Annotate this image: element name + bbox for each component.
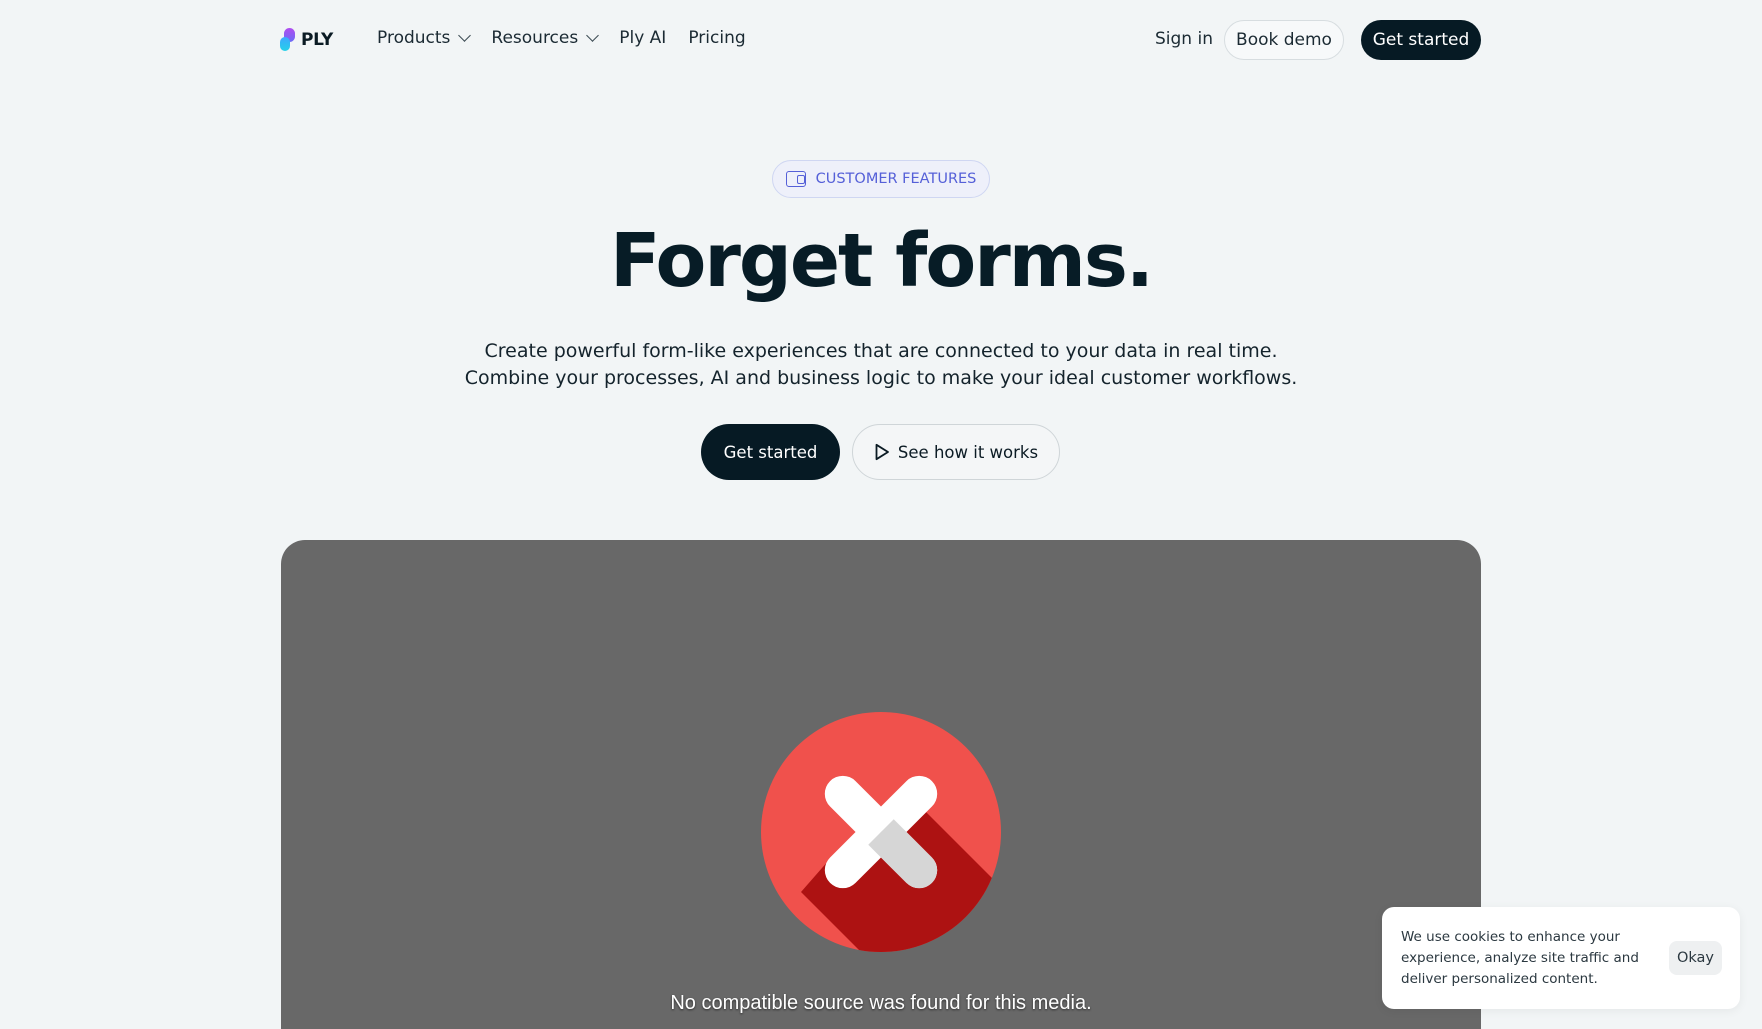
cookie-text: We use cookies to enhance your experienc… [1401,929,1639,987]
get-started-button[interactable]: Get started [701,424,840,480]
hero-subtitle: Create powerful form-like experiences th… [0,338,1762,392]
chevron-down-icon [458,29,472,42]
cookie-banner: We use cookies to enhance your experienc… [1382,907,1740,1009]
nav-item-label: Products [377,28,451,48]
play-icon [875,443,889,461]
media-error-message: No compatible source was found for this … [670,992,1092,1014]
see-how-it-works-button[interactable]: See how it works [852,424,1060,480]
hero-subtitle-line-2: Combine your processes, AI and business … [464,367,1298,389]
customer-features-badge: CUSTOMER FEATURES [772,160,990,198]
top-nav: PLY Products Resources Ply AI Pricing Si… [0,0,1762,80]
badge-label: CUSTOMER FEATURES [815,171,977,187]
error-x-icon [761,712,1001,952]
ply-logo[interactable]: PLY [280,28,333,52]
nav-item-ply-ai[interactable]: Ply AI [619,28,666,48]
sign-in-link[interactable]: Sign in [1155,29,1213,49]
nav-links: Products Resources Ply AI Pricing [377,28,746,48]
hero-subtitle-line-1: Create powerful form-like experiences th… [484,340,1278,362]
ply-logo-icon [280,28,296,52]
video-player[interactable]: No compatible source was found for this … [281,540,1481,1029]
chevron-down-icon [586,29,600,42]
hero-title: Forget forms. [610,218,1154,304]
devices-icon [785,170,808,188]
nav-item-products[interactable]: Products [377,28,472,48]
nav-item-pricing[interactable]: Pricing [688,28,745,48]
get-started-nav-button[interactable]: Get started [1361,20,1481,60]
nav-item-resources[interactable]: Resources [491,28,600,48]
book-demo-button[interactable]: Book demo [1224,20,1344,60]
see-how-it-works-label: See how it works [897,442,1039,462]
cookie-okay-button[interactable]: Okay [1669,941,1722,975]
nav-item-label: Resources [491,28,579,48]
nav-item-label: Pricing [688,28,746,48]
logo-text: PLY [301,30,334,50]
nav-item-label: Ply AI [619,28,667,48]
